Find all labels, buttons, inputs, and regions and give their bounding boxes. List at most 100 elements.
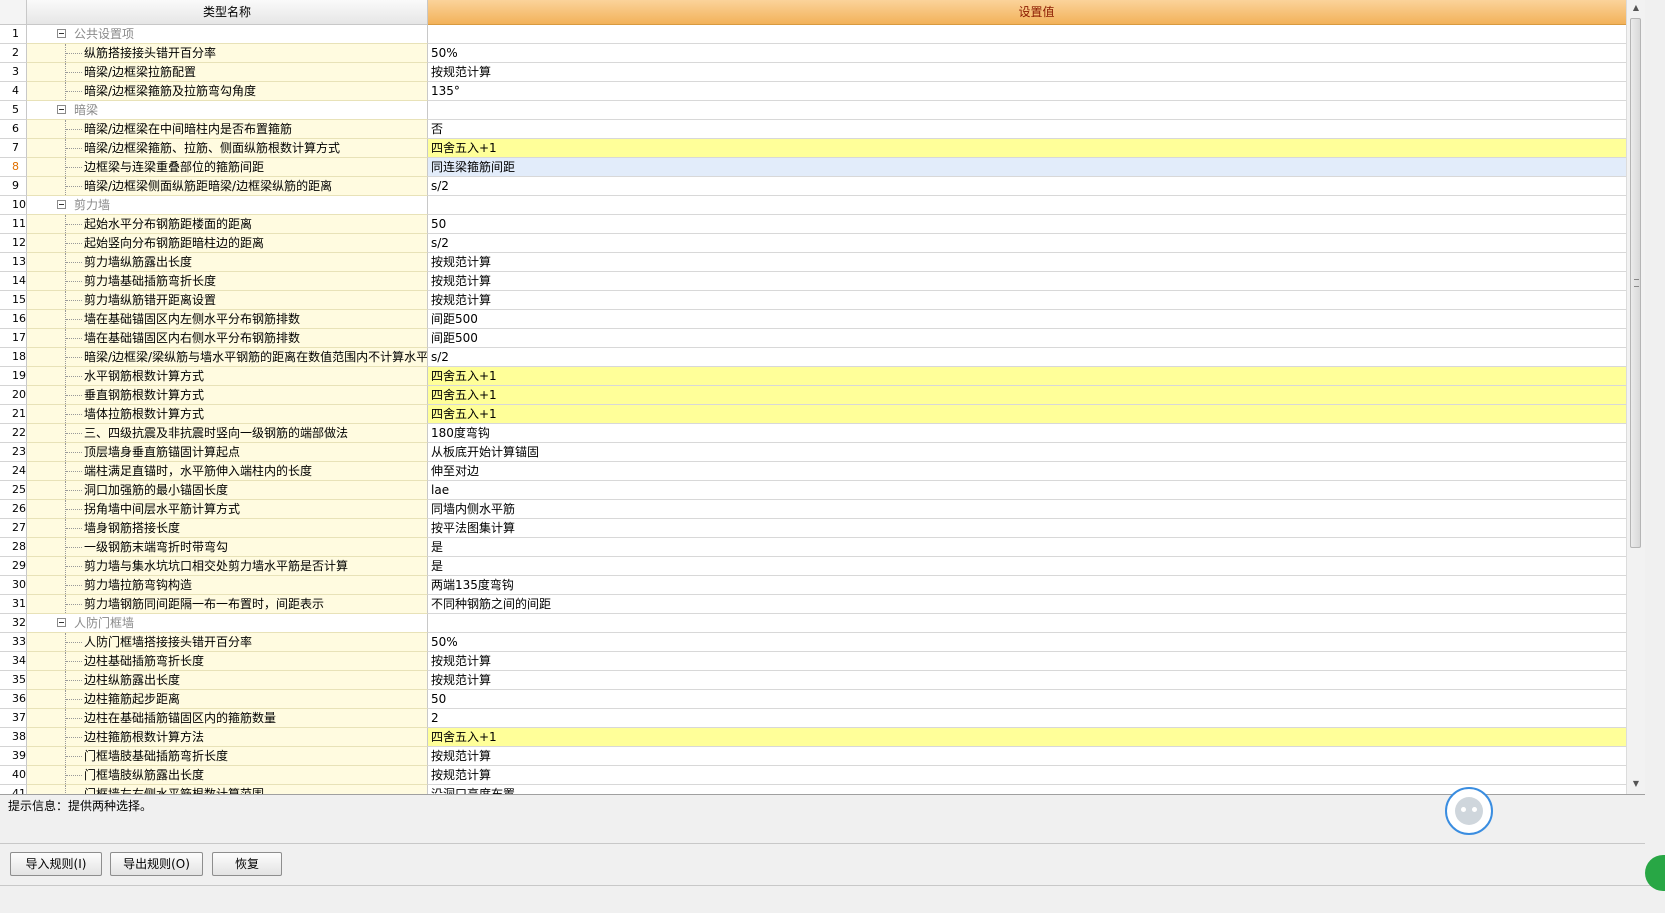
table-row[interactable]: 37 边柱在基础插筋锚固区内的箍筋数量 2 [0,709,1645,728]
table-row[interactable]: 29 剪力墙与集水坑坑口相交处剪力墙水平筋是否计算 是 [0,557,1645,576]
header-setting-value[interactable]: 设置值 [428,0,1645,25]
table-row[interactable]: 39 门框墙肢基础插筋弯折长度 按规范计算 [0,747,1645,766]
setting-value-cell[interactable]: 按规范计算 [428,291,1645,310]
setting-value-cell[interactable]: 间距500 [428,310,1645,329]
setting-value-cell[interactable]: 间距500 [428,329,1645,348]
table-row[interactable]: 22 三、四级抗震及非抗震时竖向一级钢筋的端部做法 180度弯钩 [0,424,1645,443]
table-row[interactable]: 24 端柱满足直锚时，水平筋伸入端柱内的长度 伸至对边 [0,462,1645,481]
table-row[interactable]: 18 暗梁/边框梁/梁纵筋与墙水平钢筋的距离在数值范围内不计算水平钢 s/2 [0,348,1645,367]
table-row[interactable]: 12 起始竖向分布钢筋距暗柱边的距离 s/2 [0,234,1645,253]
table-row[interactable]: 6 暗梁/边框梁在中间暗柱内是否布置箍筋 否 [0,120,1645,139]
setting-value-cell[interactable]: 同连梁箍筋间距 [428,158,1645,177]
setting-value-cell[interactable]: 50% [428,633,1645,652]
table-row[interactable]: 16 墙在基础锚固区内左侧水平分布钢筋排数 间距500 [0,310,1645,329]
setting-value-cell[interactable]: 两端135度弯钩 [428,576,1645,595]
table-row[interactable]: 3 暗梁/边框梁拉筋配置 按规范计算 [0,63,1645,82]
table-row[interactable]: 36 边柱箍筋起步距离 50 [0,690,1645,709]
name-cell[interactable]: 暗梁/边框梁箍筋及拉筋弯勾角度 [27,82,428,101]
setting-value-cell[interactable]: 50 [428,215,1645,234]
table-row[interactable]: 21 墙体拉筋根数计算方式 四舍五入+1 [0,405,1645,424]
setting-value-cell[interactable]: s/2 [428,177,1645,196]
name-cell[interactable]: 起始竖向分布钢筋距暗柱边的距离 [27,234,428,253]
collapse-icon[interactable] [57,618,66,627]
setting-value-cell[interactable]: 按平法图集计算 [428,519,1645,538]
setting-value-cell[interactable]: 四舍五入+1 [428,367,1645,386]
setting-value-cell[interactable]: 按规范计算 [428,747,1645,766]
group-row[interactable]: 1 公共设置项 [0,25,1645,44]
table-row[interactable]: 4 暗梁/边框梁箍筋及拉筋弯勾角度 135° [0,82,1645,101]
setting-value-cell[interactable]: 四舍五入+1 [428,386,1645,405]
name-cell[interactable]: 水平钢筋根数计算方式 [27,367,428,386]
name-cell[interactable]: 剪力墙纵筋露出长度 [27,253,428,272]
setting-value-cell[interactable]: s/2 [428,234,1645,253]
setting-value-cell[interactable]: lae [428,481,1645,500]
name-cell[interactable]: 顶层墙身垂直筋锚固计算起点 [27,443,428,462]
table-row[interactable]: 27 墙身钢筋搭接长度 按平法图集计算 [0,519,1645,538]
name-cell[interactable]: 端柱满足直锚时，水平筋伸入端柱内的长度 [27,462,428,481]
name-cell[interactable]: 门框墙肢基础插筋弯折长度 [27,747,428,766]
table-row[interactable]: 15 剪力墙纵筋错开距离设置 按规范计算 [0,291,1645,310]
name-cell[interactable]: 边柱纵筋露出长度 [27,671,428,690]
name-cell[interactable]: 剪力墙基础插筋弯折长度 [27,272,428,291]
table-row[interactable]: 28 一级钢筋末端弯折时带弯勾 是 [0,538,1645,557]
export-rules-button[interactable]: 导出规则(O) [110,852,203,876]
name-cell[interactable]: 边柱箍筋起步距离 [27,690,428,709]
name-cell[interactable]: 剪力墙纵筋错开距离设置 [27,291,428,310]
collapse-icon[interactable] [57,105,66,114]
setting-value-cell[interactable]: 按规范计算 [428,766,1645,785]
table-row[interactable]: 19 水平钢筋根数计算方式 四舍五入+1 [0,367,1645,386]
name-cell[interactable]: 起始水平分布钢筋距楼面的距离 [27,215,428,234]
assistant-robot-icon[interactable] [1445,787,1493,835]
table-row[interactable]: 17 墙在基础锚固区内右侧水平分布钢筋排数 间距500 [0,329,1645,348]
import-rules-button[interactable]: 导入规则(I) [10,852,102,876]
setting-value-cell[interactable] [428,196,1645,215]
name-cell[interactable]: 人防门框墙搭接接头错开百分率 [27,633,428,652]
setting-value-cell[interactable]: s/2 [428,348,1645,367]
setting-value-cell[interactable]: 否 [428,120,1645,139]
setting-value-cell[interactable]: 是 [428,557,1645,576]
setting-value-cell[interactable]: 按规范计算 [428,652,1645,671]
header-type-name[interactable]: 类型名称 [27,0,428,25]
group-name-cell[interactable]: 公共设置项 [27,25,428,44]
table-row[interactable]: 35 边柱纵筋露出长度 按规范计算 [0,671,1645,690]
table-row[interactable]: 25 洞口加强筋的最小锚固长度 lae [0,481,1645,500]
name-cell[interactable]: 剪力墙拉筋弯钩构造 [27,576,428,595]
name-cell[interactable]: 门框墙肢纵筋露出长度 [27,766,428,785]
setting-value-cell[interactable]: 按规范计算 [428,63,1645,82]
collapse-icon[interactable] [57,200,66,209]
table-row[interactable]: 30 剪力墙拉筋弯钩构造 两端135度弯钩 [0,576,1645,595]
name-cell[interactable]: 垂直钢筋根数计算方式 [27,386,428,405]
setting-value-cell[interactable]: 同墙内侧水平筋 [428,500,1645,519]
name-cell[interactable]: 暗梁/边框梁在中间暗柱内是否布置箍筋 [27,120,428,139]
group-row[interactable]: 32 人防门框墙 [0,614,1645,633]
collapse-icon[interactable] [57,29,66,38]
name-cell[interactable]: 边框梁与连梁重叠部位的箍筋间距 [27,158,428,177]
name-cell[interactable]: 门框墙左右侧水平筋根数计算范围 [27,785,428,794]
setting-value-cell[interactable]: 50 [428,690,1645,709]
table-row[interactable]: 26 拐角墙中间层水平筋计算方式 同墙内侧水平筋 [0,500,1645,519]
scroll-down-icon[interactable]: ▼ [1627,776,1645,792]
table-row[interactable]: 8 边框梁与连梁重叠部位的箍筋间距 同连梁箍筋间距 [0,158,1645,177]
name-cell[interactable]: 暗梁/边框梁拉筋配置 [27,63,428,82]
table-row[interactable]: 31 剪力墙钢筋同间距隔一布一布置时，间距表示 不同种钢筋之间的间距 [0,595,1645,614]
table-row[interactable]: 38 边柱箍筋根数计算方法 四舍五入+1 [0,728,1645,747]
group-row[interactable]: 5 暗梁 [0,101,1645,120]
table-row[interactable]: 2 纵筋搭接接头错开百分率 50% [0,44,1645,63]
setting-value-cell[interactable]: 伸至对边 [428,462,1645,481]
name-cell[interactable]: 剪力墙钢筋同间距隔一布一布置时，间距表示 [27,595,428,614]
setting-value-cell[interactable]: 180度弯钩 [428,424,1645,443]
name-cell[interactable]: 拐角墙中间层水平筋计算方式 [27,500,428,519]
name-cell[interactable]: 边柱基础插筋弯折长度 [27,652,428,671]
name-cell[interactable]: 边柱箍筋根数计算方法 [27,728,428,747]
table-row[interactable]: 14 剪力墙基础插筋弯折长度 按规范计算 [0,272,1645,291]
name-cell[interactable]: 暗梁/边框梁/梁纵筋与墙水平钢筋的距离在数值范围内不计算水平钢 [27,348,428,367]
setting-value-cell[interactable]: 2 [428,709,1645,728]
restore-button[interactable]: 恢复 [212,852,282,876]
setting-value-cell[interactable] [428,614,1645,633]
scroll-thumb[interactable] [1630,18,1641,548]
name-cell[interactable]: 暗梁/边框梁侧面纵筋距暗梁/边框梁纵筋的距离 [27,177,428,196]
table-row[interactable]: 41 门框墙左右侧水平筋根数计算范围 沿洞口高度布置 [0,785,1645,794]
table-row[interactable]: 7 暗梁/边框梁箍筋、拉筋、侧面纵筋根数计算方式 四舍五入+1 [0,139,1645,158]
name-cell[interactable]: 洞口加强筋的最小锚固长度 [27,481,428,500]
name-cell[interactable]: 纵筋搭接接头错开百分率 [27,44,428,63]
